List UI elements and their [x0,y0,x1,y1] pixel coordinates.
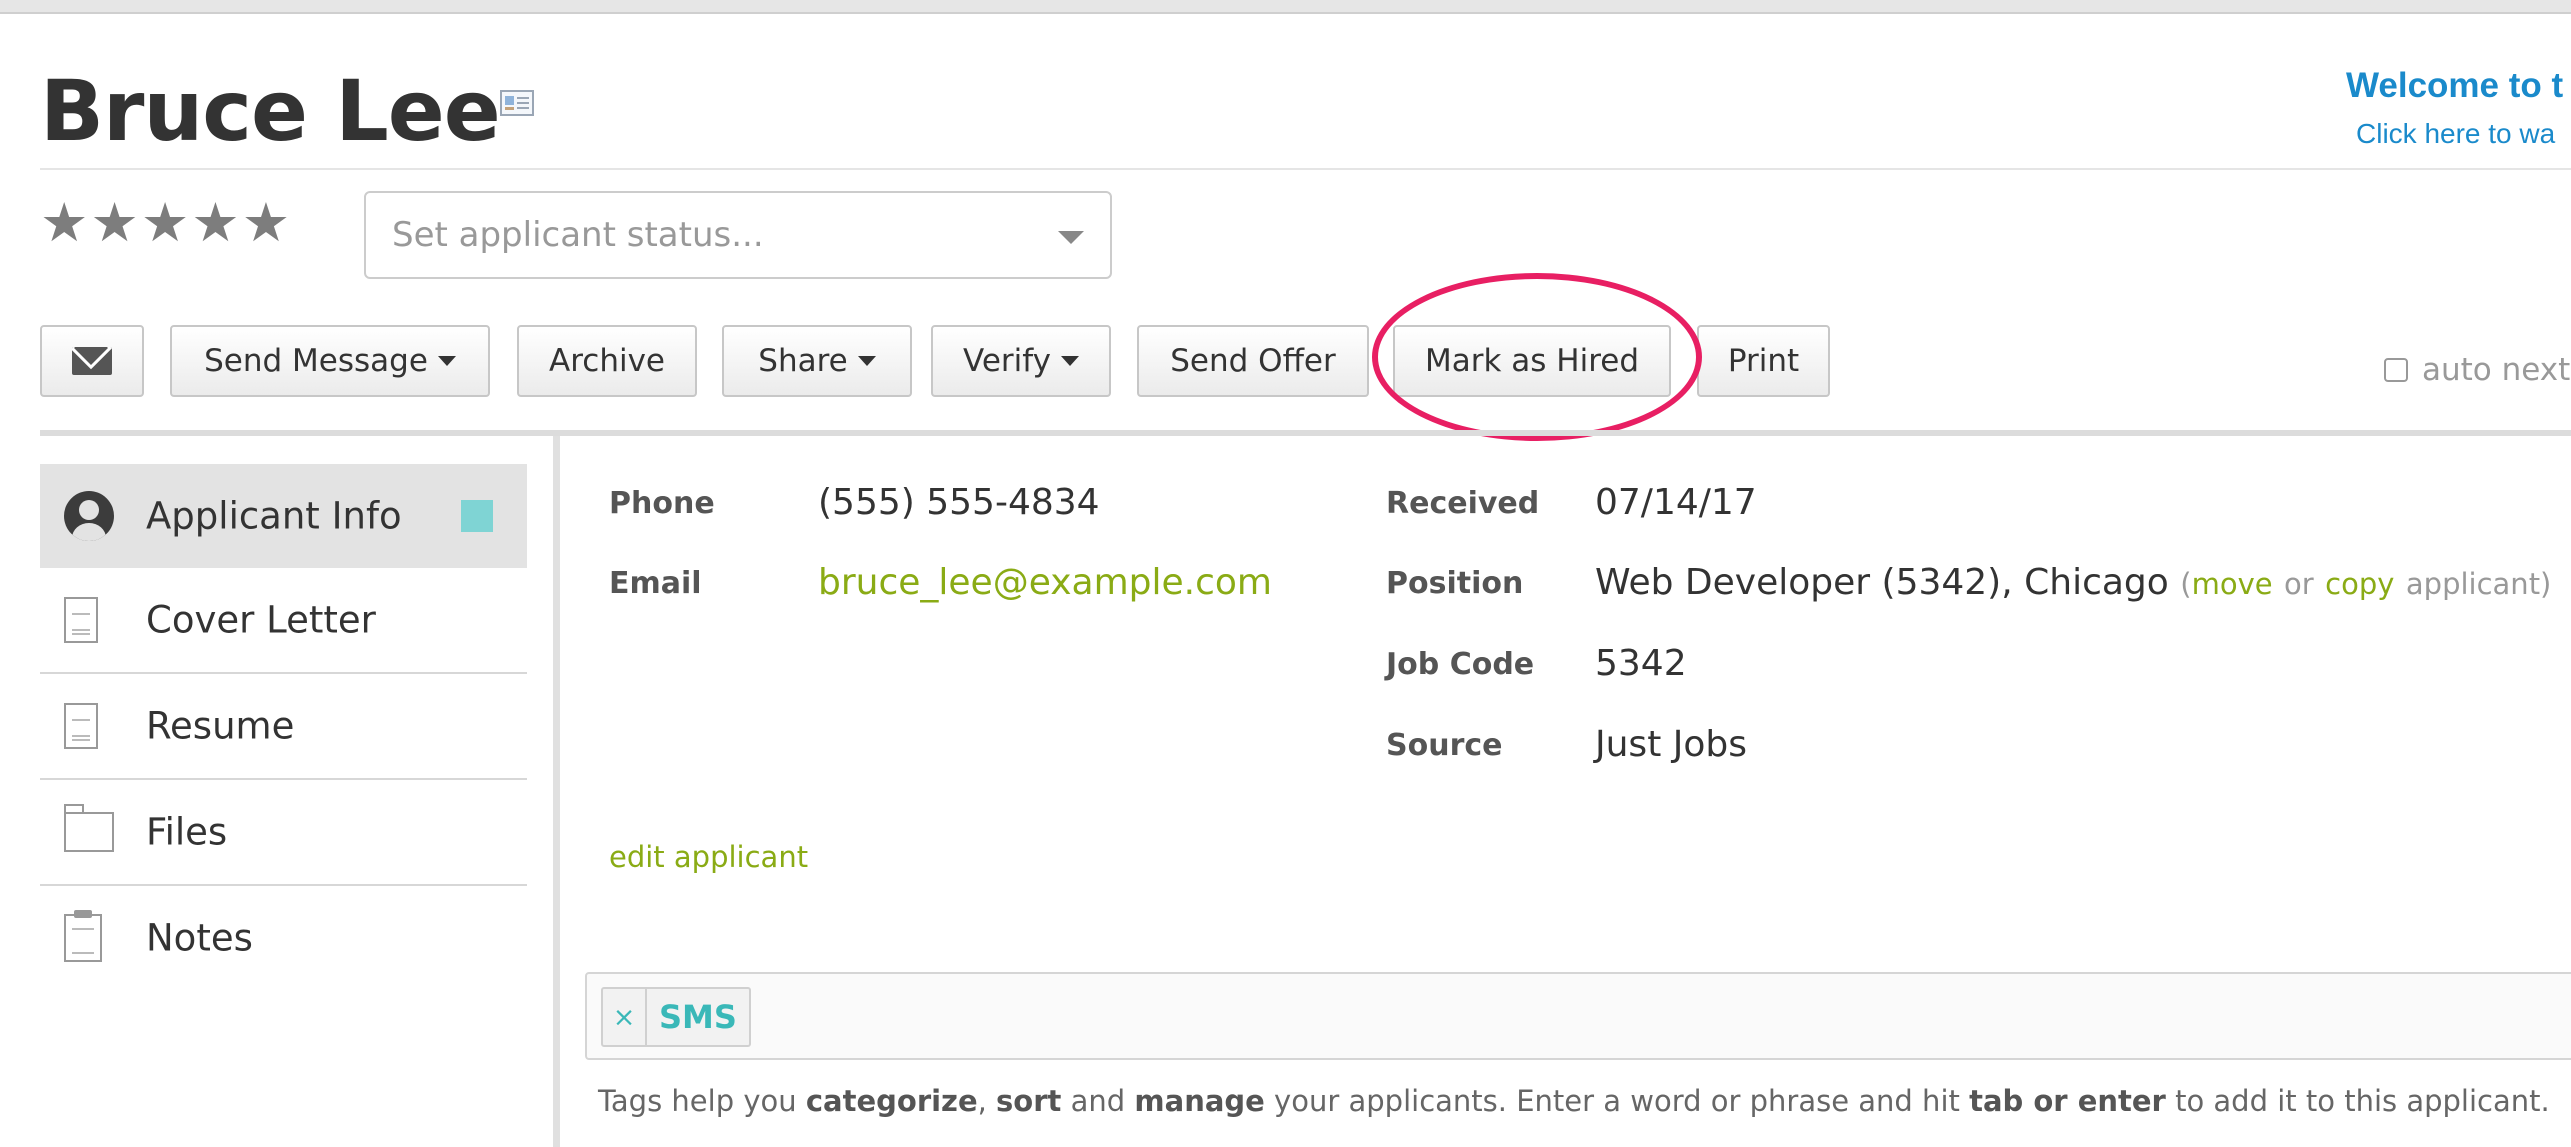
share-label: Share [758,343,848,379]
email-link[interactable]: bruce_lee@example.com [818,562,1272,603]
sidebar-item-applicant-info[interactable]: Applicant Info [40,464,527,568]
browser-top-strip [0,0,2571,14]
clipboard-icon [64,910,102,962]
caret-down-icon [437,356,456,366]
highlight-circle [1372,273,1702,441]
print-label: Print [1727,343,1800,379]
chevron-down-icon [1058,231,1084,244]
applicant-name: Bruce Lee [40,62,501,160]
applicant-suffix: applicant) [2405,567,2552,601]
auto-next-option[interactable]: auto next [2384,352,2570,388]
welcome-title[interactable]: Welcome to t [2346,66,2563,106]
received-value: 07/14/17 [1595,482,1757,523]
copy-applicant-link[interactable]: copy [2325,567,2394,601]
verify-label: Verify [963,343,1051,379]
tag-chip: × SMS [601,987,751,1047]
tags-input[interactable]: × SMS [585,972,2571,1060]
source-label: Source [1386,728,1503,763]
auto-next-checkbox[interactable] [2384,358,2408,382]
sidebar-item-label: Notes [146,916,253,960]
sidebar-item-label: Files [146,810,228,854]
archive-label: Archive [549,343,665,379]
document-icon [64,597,98,643]
help-bold: tab or enter [1969,1084,2166,1118]
help-bold: sort [996,1084,1062,1118]
source-value: Just Jobs [1595,724,1747,765]
send-offer-label: Send Offer [1170,343,1336,379]
star-icon[interactable]: ★ [242,196,290,250]
phone-label: Phone [609,486,715,521]
job-code-value: 5342 [1595,643,1687,684]
sidebar-item-resume[interactable]: Resume [40,674,527,780]
verify-button[interactable]: Verify [931,325,1111,397]
sidebar-nav: Applicant Info Cover Letter Resume Files… [40,464,527,990]
header-divider [40,168,2571,170]
status-placeholder: Set applicant status... [392,215,764,255]
caret-down-icon [1060,356,1079,366]
move-applicant-link[interactable]: move [2192,567,2273,601]
tag-label: SMS [659,998,737,1036]
sidebar-item-notes[interactable]: Notes [40,886,527,990]
auto-next-label: auto next [2422,352,2571,388]
content-divider [553,436,560,1147]
star-icon[interactable]: ★ [141,196,189,250]
help-text: and [1061,1084,1135,1118]
archive-button[interactable]: Archive [517,325,697,397]
applicant-status-select[interactable]: Set applicant status... [364,191,1112,279]
received-label: Received [1386,486,1540,521]
email-button[interactable] [40,325,144,397]
send-message-label: Send Message [204,343,428,379]
tags-help-text: Tags help you categorize, sort and manag… [598,1084,2550,1118]
star-icon[interactable]: ★ [90,196,138,250]
welcome-link[interactable]: Click here to wa [2356,118,2555,150]
send-offer-button[interactable]: Send Offer [1137,325,1369,397]
send-message-button[interactable]: Send Message [170,325,490,397]
user-icon [64,491,114,541]
sidebar-item-cover-letter[interactable]: Cover Letter [40,568,527,674]
or-text: or [2284,567,2314,601]
document-icon [64,703,98,749]
help-text: , [977,1084,997,1118]
print-button[interactable]: Print [1697,325,1830,397]
sidebar-item-label: Applicant Info [146,494,402,538]
vcard-icon[interactable] [500,90,534,116]
rating-stars[interactable]: ★ ★ ★ ★ ★ [40,196,290,250]
edit-applicant-link[interactable]: edit applicant [609,840,808,874]
help-text: your applicants. Enter a word or phrase … [1264,1084,1970,1118]
email-label: Email [609,566,702,601]
star-icon[interactable]: ★ [191,196,239,250]
phone-value: (555) 555-4834 [818,482,1100,523]
help-bold: categorize [805,1084,978,1118]
help-text: Tags help you [598,1084,806,1118]
sidebar-item-label: Resume [146,704,295,748]
remove-tag-icon[interactable]: × [603,989,647,1045]
toolbar-divider [40,430,2571,436]
position-text: Web Developer (5342), Chicago [1595,562,2169,603]
sidebar-item-label: Cover Letter [146,598,376,642]
job-code-label: Job Code [1386,647,1535,682]
share-button[interactable]: Share [722,325,912,397]
position-label: Position [1386,566,1524,601]
caret-down-icon [857,356,876,366]
help-text: to add it to this applicant. [2165,1084,2550,1118]
folder-icon [64,804,114,852]
position-paren-open: ( [2180,567,2192,601]
envelope-icon [72,347,112,375]
sidebar-item-files[interactable]: Files [40,780,527,886]
active-indicator [461,500,493,532]
position-value: Web Developer (5342), Chicago (move or c… [1595,562,2551,603]
help-bold: manage [1134,1084,1265,1118]
star-icon[interactable]: ★ [40,196,88,250]
